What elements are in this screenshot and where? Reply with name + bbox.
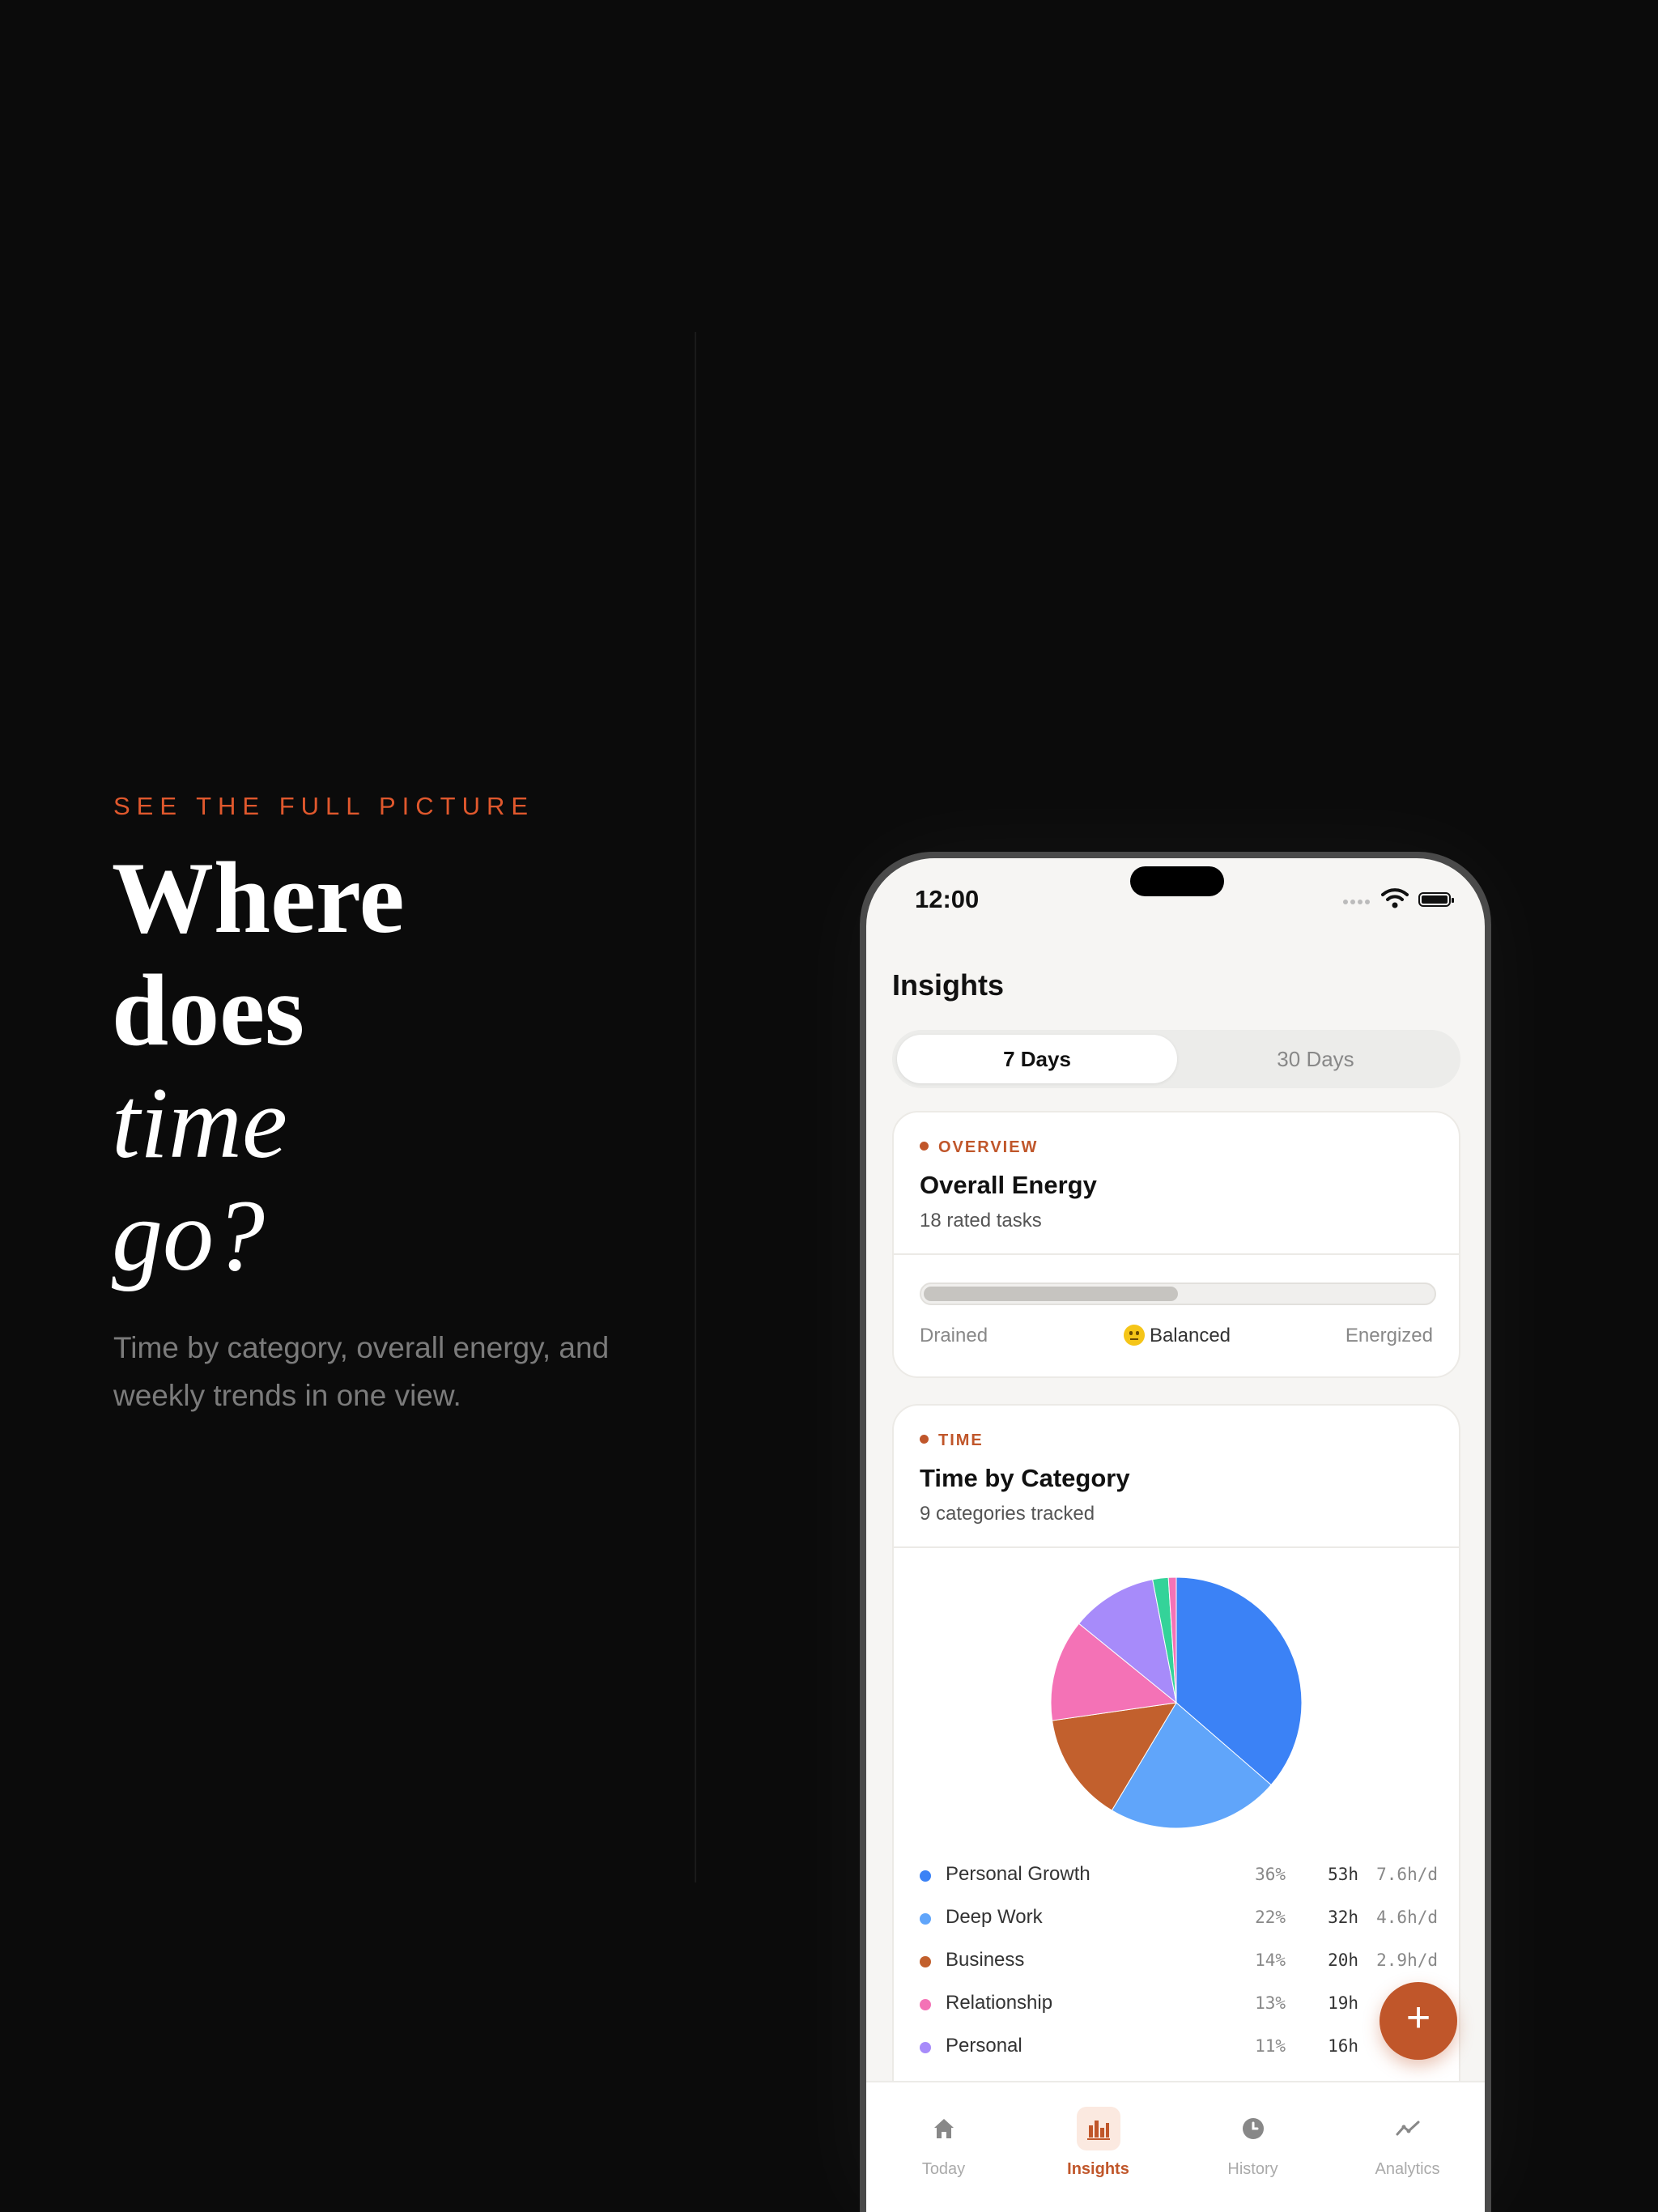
phone-frame: 12:00 Insights 7 Days 30 Days OVERVIEW O… xyxy=(860,852,1491,2212)
legend-daily-average: 7.6h/d xyxy=(1376,1865,1438,1884)
tab-bar: Today Insights History Analytics xyxy=(866,2081,1485,2212)
phone-screen: 12:00 Insights 7 Days 30 Days OVERVIEW O… xyxy=(866,858,1485,2212)
legend-percent: 22% xyxy=(1255,1908,1286,1927)
scale-label-drained: Drained xyxy=(920,1325,988,1346)
legend-category-name: Deep Work xyxy=(946,1906,1043,1928)
range-toggle: 7 Days 30 Days xyxy=(892,1030,1460,1088)
overall-energy-title: Overall Energy xyxy=(920,1171,1097,1199)
energy-meter-fill xyxy=(924,1287,1178,1301)
legend-category-name: Personal Growth xyxy=(946,1863,1090,1885)
legend-daily-average: 2.9h/d xyxy=(1376,1950,1438,1970)
legend-color-dot xyxy=(920,1913,931,1925)
legend-hours: 19h xyxy=(1328,1993,1358,2013)
add-entry-button[interactable]: + xyxy=(1380,1982,1457,2060)
rated-tasks-count: 18 rated tasks xyxy=(920,1210,1042,1231)
legend-hours: 53h xyxy=(1328,1865,1358,1884)
legend-hours: 20h xyxy=(1328,1950,1358,1970)
headline-line-3: time xyxy=(112,1067,287,1180)
battery-icon xyxy=(1418,892,1454,907)
tab-label: Analytics xyxy=(1375,2160,1440,2178)
section-divider xyxy=(695,332,696,1882)
legend-hours: 32h xyxy=(1328,1908,1358,1927)
page-title: Insights xyxy=(892,968,1005,1002)
trend-line-icon xyxy=(1386,2107,1430,2150)
legend-percent: 36% xyxy=(1255,1865,1286,1884)
energy-meter xyxy=(920,1283,1436,1305)
neutral-face-icon xyxy=(1123,1325,1145,1346)
tab-label: Insights xyxy=(1067,2160,1129,2178)
legend-category-name: Business xyxy=(946,1949,1025,1971)
headline: Where does time go? xyxy=(112,842,405,1292)
tab-label: Today xyxy=(921,2160,966,2178)
headline-line-1: Where xyxy=(112,842,405,955)
legend-percent: 14% xyxy=(1255,1950,1286,1970)
dynamic-island xyxy=(1130,866,1224,896)
range-option-7-days[interactable]: 7 Days xyxy=(897,1035,1177,1083)
categories-tracked-count: 9 categories tracked xyxy=(920,1503,1095,1525)
status-time: 12:00 xyxy=(915,885,980,913)
legend-row[interactable]: Personal Growth 36% 53h 7.6h/d xyxy=(920,1859,1438,1902)
range-option-30-days[interactable]: 30 Days xyxy=(1175,1035,1456,1083)
category-pie-chart xyxy=(1050,1576,1303,1829)
legend-color-dot xyxy=(920,1956,931,1967)
legend-color-dot xyxy=(920,1999,931,2010)
headline-line-2: does xyxy=(112,955,305,1067)
tab-today[interactable]: Today xyxy=(866,2107,1021,2179)
legend-percent: 13% xyxy=(1255,1993,1286,2013)
legend-color-dot xyxy=(920,1870,931,1882)
tab-insights[interactable]: Insights xyxy=(1021,2107,1175,2179)
bar-chart-icon xyxy=(1076,2107,1120,2150)
headline-line-4: go? xyxy=(112,1180,265,1292)
legend-daily-average: 4.6h/d xyxy=(1376,1908,1438,1927)
status-bar: 12:00 xyxy=(866,858,1485,939)
plus-icon: + xyxy=(1405,1994,1431,2041)
time-tag: TIME xyxy=(920,1431,984,1450)
legend-hours: 16h xyxy=(1328,2036,1358,2056)
card-divider xyxy=(894,1546,1459,1548)
subcopy: Time by category, overall energy, and we… xyxy=(113,1331,610,1412)
wifi-icon xyxy=(1381,888,1409,908)
category-legend: Personal Growth 36% 53h 7.6h/d Deep Work 22% 3… xyxy=(920,1859,1438,2074)
eyebrow-label: SEE THE FULL PICTURE xyxy=(113,792,535,820)
overall-energy-card[interactable]: OVERVIEW Overall Energy 18 rated tasks D… xyxy=(892,1111,1460,1378)
legend-row[interactable]: Business 14% 20h 2.9h/d xyxy=(920,1945,1438,1988)
tab-history[interactable]: History xyxy=(1175,2107,1330,2179)
legend-category-name: Relationship xyxy=(946,1992,1053,2014)
legend-color-dot xyxy=(920,2042,931,2053)
scale-label-energized: Energized xyxy=(1345,1325,1433,1346)
tab-label: History xyxy=(1227,2160,1278,2178)
cellular-signal-icon xyxy=(1343,900,1370,904)
legend-row[interactable]: Personal11%16h2. xyxy=(920,2031,1438,2074)
scale-label-balanced: Balanced xyxy=(1112,1325,1242,1347)
legend-row[interactable]: Relationship13%19h2. xyxy=(920,1988,1438,2031)
time-by-category-title: Time by Category xyxy=(920,1464,1130,1492)
home-icon xyxy=(922,2107,966,2150)
legend-row[interactable]: Deep Work 22% 32h 4.6h/d xyxy=(920,1902,1438,1945)
legend-percent: 11% xyxy=(1255,2036,1286,2056)
overview-tag: OVERVIEW xyxy=(920,1138,1038,1157)
card-divider xyxy=(894,1253,1459,1255)
tab-analytics[interactable]: Analytics xyxy=(1330,2107,1485,2179)
balanced-label: Balanced xyxy=(1149,1325,1231,1346)
legend-category-name: Personal xyxy=(946,2035,1022,2057)
clock-icon xyxy=(1231,2107,1275,2150)
